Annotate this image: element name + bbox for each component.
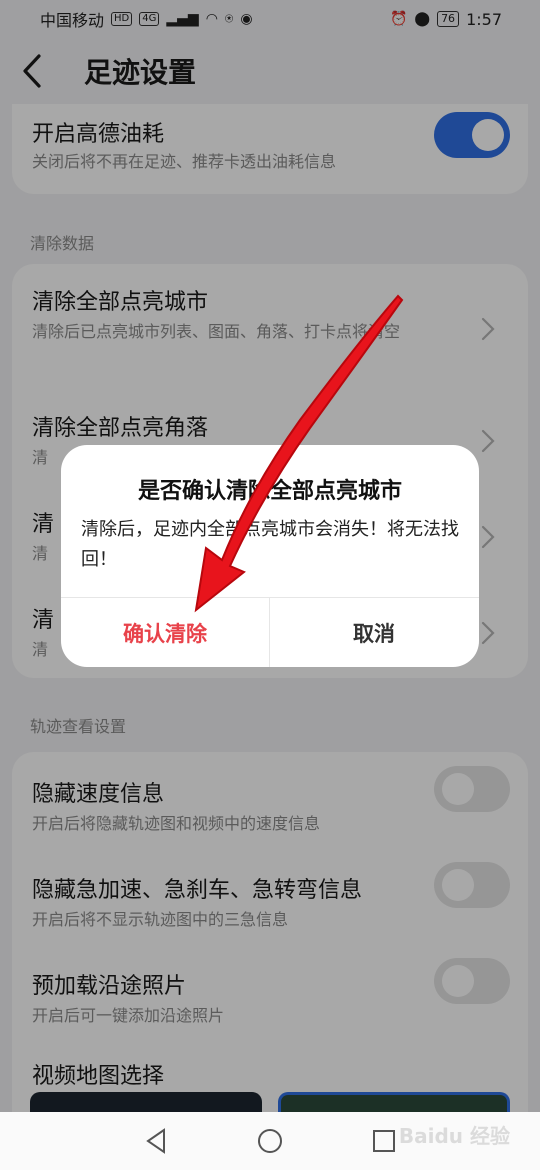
nav-recent-button[interactable] xyxy=(368,1125,400,1157)
circle-home-icon xyxy=(258,1129,282,1153)
nav-home-button[interactable] xyxy=(254,1125,286,1157)
triangle-back-icon xyxy=(146,1128,165,1154)
confirm-clear-button[interactable]: 确认清除 xyxy=(61,598,269,667)
watermark-text: Baidu 经验 xyxy=(398,1124,510,1148)
dialog-title: 是否确认清除全部点亮城市 xyxy=(137,479,402,504)
dialog-message: 清除后，足迹内全部点亮城市会消失！将无法找回！ xyxy=(81,519,459,570)
nav-back-button[interactable] xyxy=(140,1125,172,1157)
square-recent-icon xyxy=(373,1130,395,1152)
confirm-dialog: 是否确认清除全部点亮城市 清除后，足迹内全部点亮城市会消失！将无法找回！ 确认清… xyxy=(61,445,479,667)
cancel-button[interactable]: 取消 xyxy=(270,598,478,667)
